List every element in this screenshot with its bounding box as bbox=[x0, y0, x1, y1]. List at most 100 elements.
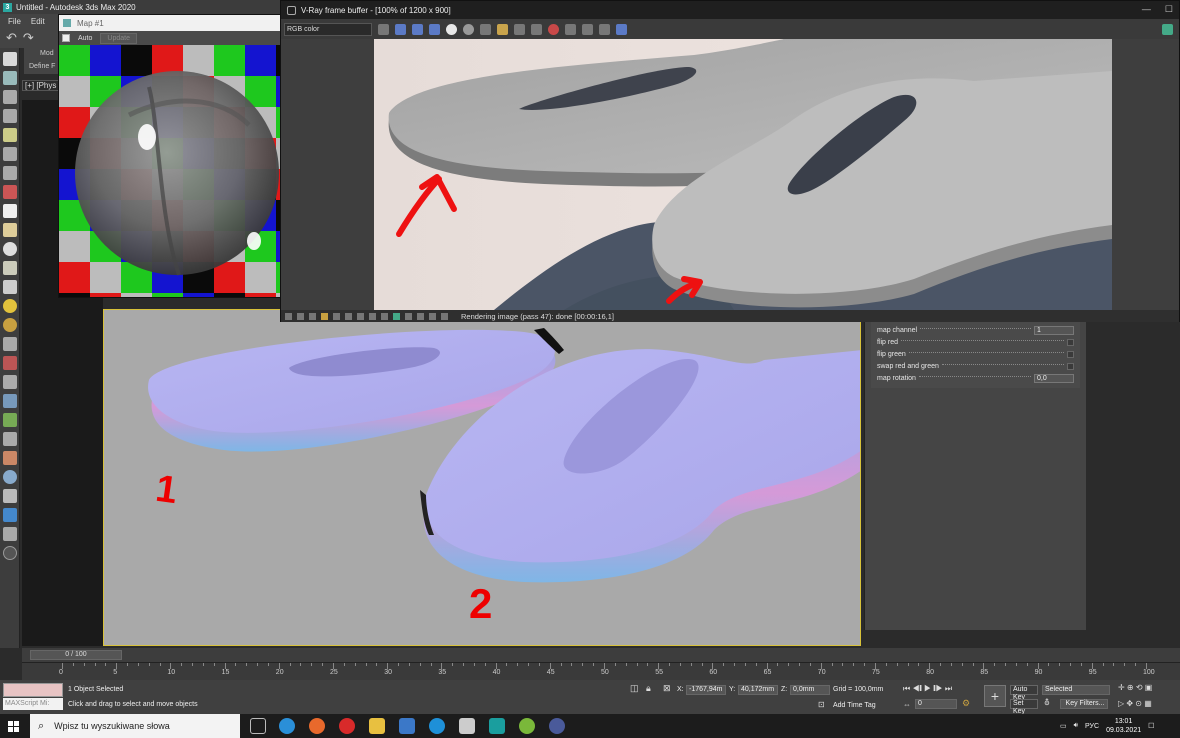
update-button[interactable]: Update bbox=[100, 32, 137, 44]
status-icon[interactable] bbox=[405, 312, 412, 320]
viewport-nav-icons[interactable]: ✛ ⊕ ⟲ ▣ bbox=[1118, 683, 1152, 692]
region-icon[interactable] bbox=[565, 23, 576, 35]
network-icon[interactable]: ▭ bbox=[1060, 722, 1067, 730]
time-config-icon[interactable]: ⚙ bbox=[962, 698, 970, 709]
photoshop-plugin-icon[interactable] bbox=[519, 718, 535, 734]
current-frame-field[interactable]: 0 bbox=[915, 699, 957, 709]
hair-icon[interactable] bbox=[3, 337, 17, 351]
flip-green-checkbox[interactable] bbox=[1067, 350, 1074, 358]
table-icon[interactable] bbox=[3, 109, 17, 123]
status-icon[interactable] bbox=[369, 312, 376, 320]
lock-icon[interactable]: 🔒︎ bbox=[646, 683, 651, 694]
add-time-tag[interactable]: Add Time Tag bbox=[833, 702, 876, 709]
auto-key-button[interactable]: Auto Key bbox=[1010, 685, 1038, 701]
ruler-icon[interactable] bbox=[3, 527, 17, 541]
status-icon[interactable] bbox=[321, 312, 328, 320]
maximize-icon[interactable]: ☐ bbox=[1165, 4, 1173, 15]
tool-icon[interactable] bbox=[3, 147, 17, 161]
notifications-icon[interactable]: ☐ bbox=[1148, 722, 1154, 730]
3dsmax-taskbar-icon[interactable] bbox=[489, 718, 505, 734]
help-icon[interactable] bbox=[3, 546, 17, 560]
torus-icon[interactable] bbox=[3, 261, 17, 275]
status-icon[interactable] bbox=[297, 312, 304, 320]
time-slider-thumb[interactable]: 0 / 100 bbox=[30, 650, 122, 660]
redo-icon[interactable]: ↷ bbox=[23, 30, 34, 46]
menu-edit[interactable]: Edit bbox=[31, 17, 45, 26]
blue-channel-icon[interactable] bbox=[429, 23, 440, 35]
history-icon[interactable] bbox=[599, 23, 610, 35]
stop-render-icon[interactable] bbox=[548, 23, 559, 35]
status-icon[interactable] bbox=[333, 312, 340, 320]
pyramid-icon[interactable] bbox=[3, 280, 17, 294]
volume-icon[interactable]: 🔊︎ bbox=[1074, 722, 1078, 730]
status-icon[interactable] bbox=[429, 312, 436, 320]
map-channel-spinner[interactable]: 1 bbox=[1034, 325, 1074, 335]
transform-mode-icon[interactable]: ⊠ bbox=[663, 683, 671, 694]
sphere-icon[interactable] bbox=[3, 242, 17, 256]
status-icon[interactable] bbox=[393, 312, 400, 320]
menu-file[interactable]: File bbox=[8, 17, 21, 26]
light-icon[interactable] bbox=[3, 128, 17, 142]
key-mode-icon[interactable]: ⇔ bbox=[903, 700, 911, 709]
swap-red-green-checkbox[interactable] bbox=[1067, 362, 1074, 370]
toggle-icon[interactable] bbox=[3, 508, 17, 522]
fur-icon[interactable] bbox=[3, 432, 17, 446]
track-mouse-icon[interactable] bbox=[582, 23, 593, 35]
status-icon[interactable] bbox=[345, 312, 352, 320]
status-icon[interactable] bbox=[441, 312, 448, 320]
red-channel-icon[interactable] bbox=[395, 23, 406, 35]
key-filter-icon[interactable]: ⛢ bbox=[1044, 698, 1050, 707]
compare-icon[interactable] bbox=[616, 23, 627, 35]
green-channel-icon[interactable] bbox=[412, 23, 423, 35]
auto-checkbox[interactable] bbox=[62, 34, 70, 42]
status-icon[interactable] bbox=[357, 312, 364, 320]
language-indicator[interactable]: РУС bbox=[1085, 723, 1099, 730]
mesh-icon[interactable] bbox=[3, 375, 17, 389]
flip-red-checkbox[interactable] bbox=[1067, 338, 1074, 346]
key-filters-button[interactable]: Key Filters... bbox=[1060, 699, 1108, 709]
maxscript-mini-listener[interactable]: MAXScript Mi: bbox=[3, 698, 63, 710]
teamviewer-icon[interactable] bbox=[429, 718, 445, 734]
color-wheel-icon[interactable] bbox=[378, 23, 389, 35]
time-tag-icon[interactable]: ⊡ bbox=[818, 700, 825, 709]
viewport-nav-icons-2[interactable]: ▷ ✥ ⊙ ▦ bbox=[1118, 699, 1152, 708]
cone-icon[interactable] bbox=[3, 223, 17, 237]
channel-select[interactable]: RGB color bbox=[284, 22, 372, 36]
settings-icon[interactable] bbox=[1162, 24, 1173, 35]
motion-icon[interactable] bbox=[3, 166, 17, 180]
alpha-icon[interactable] bbox=[446, 23, 457, 35]
status-icon[interactable] bbox=[285, 312, 292, 320]
tab-modify[interactable]: Mod bbox=[40, 50, 54, 57]
undo-icon[interactable]: ↶ bbox=[6, 30, 17, 46]
scene-explorer-icon[interactable] bbox=[3, 489, 17, 503]
map-rotation-spinner[interactable]: 0,0 bbox=[1034, 373, 1074, 383]
key-mode-select[interactable]: Selected bbox=[1042, 685, 1110, 695]
clear-icon[interactable] bbox=[514, 23, 525, 35]
firefox-icon[interactable] bbox=[309, 718, 325, 734]
windows-start-icon[interactable] bbox=[0, 714, 28, 738]
mono-icon[interactable] bbox=[463, 23, 474, 35]
status-icon[interactable] bbox=[381, 312, 388, 320]
globe-icon[interactable] bbox=[3, 394, 17, 408]
render-setup-icon[interactable] bbox=[3, 71, 17, 85]
edge-icon[interactable] bbox=[279, 718, 295, 734]
calculator-icon[interactable] bbox=[399, 718, 415, 734]
display-icon[interactable] bbox=[3, 185, 17, 199]
material-sphere-icon[interactable] bbox=[3, 470, 17, 484]
task-view-icon[interactable] bbox=[250, 718, 266, 734]
vray-icon[interactable] bbox=[549, 718, 565, 734]
set-key-plus-button[interactable]: + bbox=[984, 685, 1006, 707]
box-icon[interactable] bbox=[3, 204, 17, 218]
status-icon[interactable] bbox=[417, 312, 424, 320]
viewport-label[interactable]: [+] [Phys bbox=[22, 80, 60, 91]
clock[interactable]: 13:01 09.03.2021 bbox=[1106, 717, 1141, 735]
file-explorer-icon[interactable] bbox=[369, 718, 385, 734]
opera-icon[interactable] bbox=[339, 718, 355, 734]
taskbar-search[interactable]: ⌕ Wpisz tu wyszukiwane słowa bbox=[30, 714, 240, 738]
z-coordinate-field[interactable]: 0,0mm bbox=[790, 685, 830, 695]
tab-define[interactable]: Define F bbox=[29, 63, 55, 70]
sun-icon[interactable] bbox=[3, 299, 17, 313]
particle-icon[interactable] bbox=[3, 356, 17, 370]
load-icon[interactable] bbox=[497, 23, 508, 35]
bug-icon[interactable] bbox=[3, 451, 17, 465]
